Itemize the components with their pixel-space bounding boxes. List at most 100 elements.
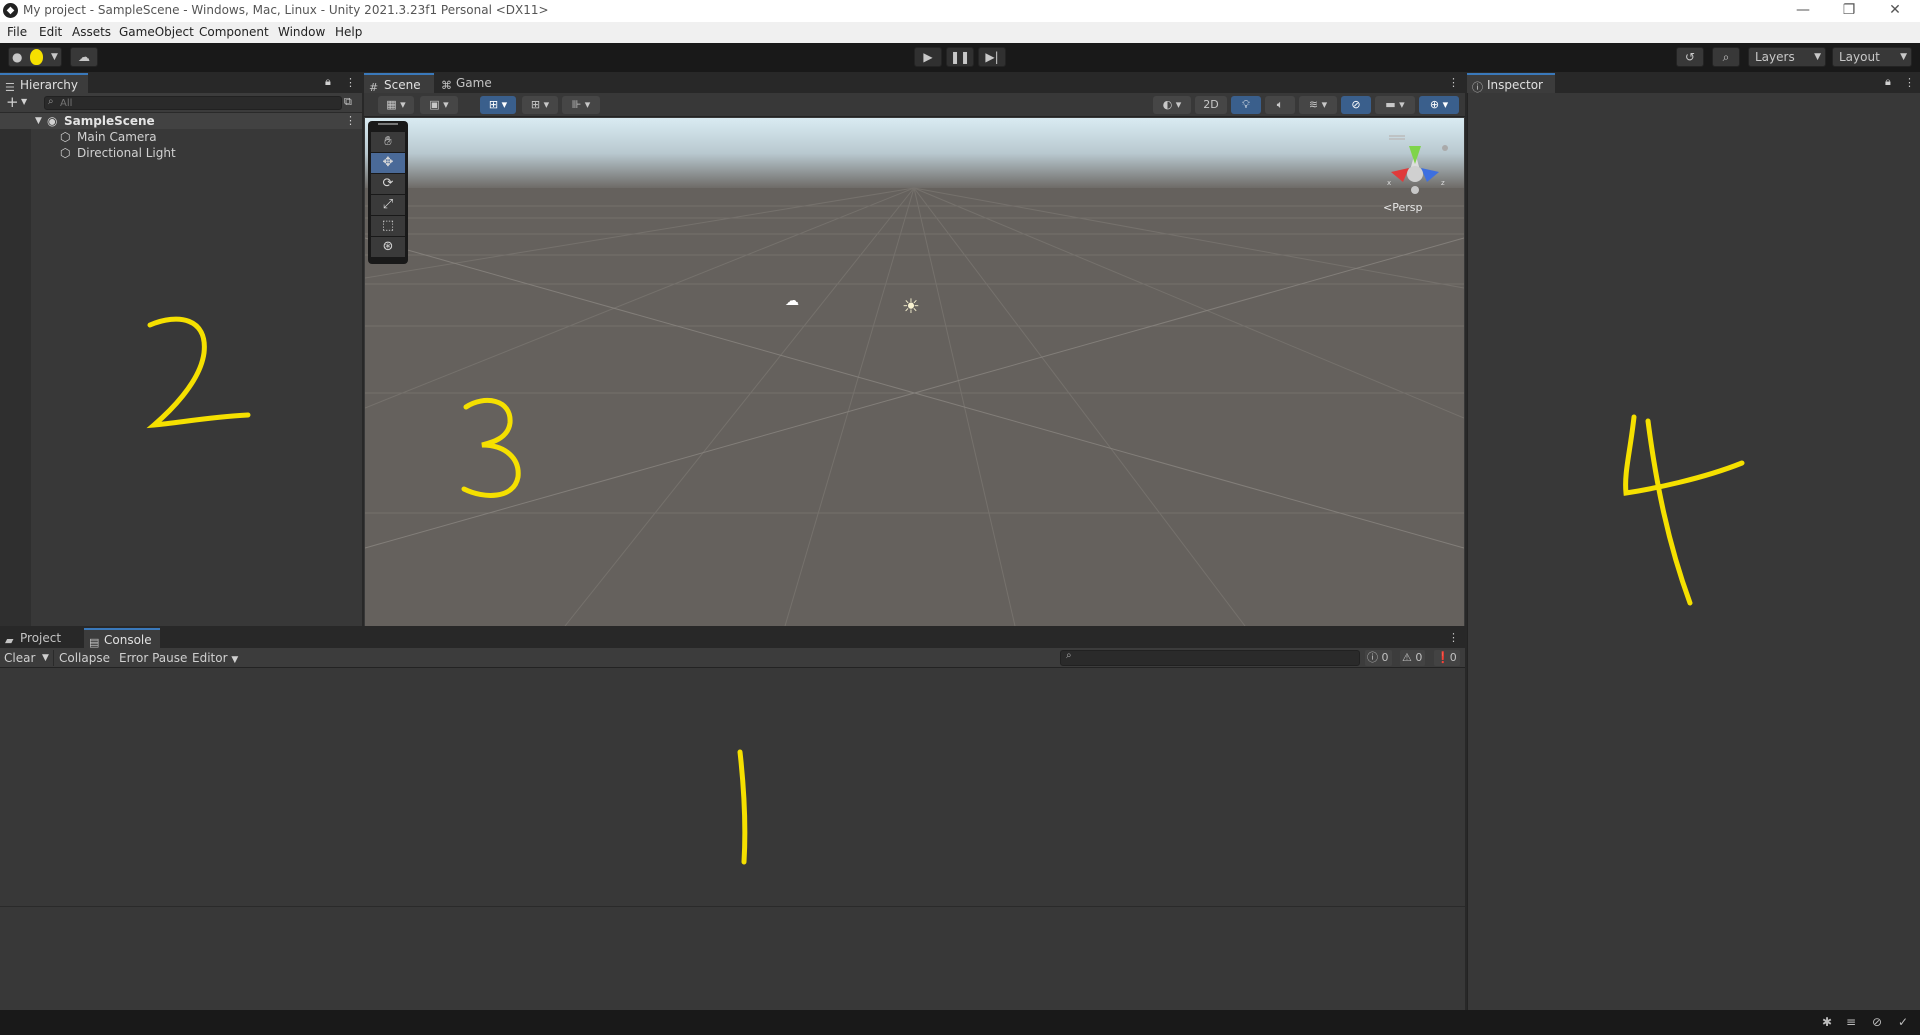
warning-count-badge[interactable]: ⚠ 0 [1400,650,1426,666]
inspector-tab-bar: ⓘ Inspector 🔒︎ ⋮ [1467,73,1920,94]
console-detail-area[interactable] [0,907,1465,1010]
tab-inspector[interactable]: ⓘ Inspector [1467,73,1555,94]
close-window-button[interactable]: ✕ [1872,0,1918,22]
menu-file[interactable]: File [7,25,27,39]
orientation-gizmo[interactable]: x z [1375,128,1455,200]
window-title-bar: ◆ My project - SampleScene - Windows, Ma… [0,0,1920,22]
menu-assets[interactable]: Assets [72,25,111,39]
pause-button[interactable]: ❚❚ [946,47,974,67]
tab-project[interactable]: ▰ Project [0,628,82,648]
panel-menu-icon[interactable]: ⋮ [1448,73,1459,93]
scene-menu-icon[interactable]: ⋮ [345,113,356,129]
scene-search-toggle-icon[interactable]: ⧉ [344,95,352,109]
increment-snap-dropdown[interactable]: ⊪ ▾ [562,96,600,114]
maximize-button[interactable]: ❐ [1826,0,1872,22]
draw-mode-dropdown[interactable]: ▦ ▾ [378,96,414,114]
layout-dropdown[interactable]: Layout ▼ [1832,47,1912,67]
menu-window[interactable]: Window [278,25,325,39]
transform-tools-overlay: ✋︎ ✥ ⟳ ⤢ ⬚ ⊛ [368,121,408,264]
panel-menu-icon[interactable]: ⋮ [1904,73,1915,93]
add-object-button[interactable]: + [6,94,19,110]
step-button[interactable]: ▶| [978,47,1006,67]
status-check-icon[interactable]: ✓ [1894,1014,1912,1030]
rect-tool-button[interactable]: ⬚ [371,216,405,236]
search-icon: ⌕ [48,96,54,107]
tab-scene[interactable]: # Scene [364,73,434,94]
hierarchy-item-label: Main Camera [77,130,157,144]
audio-toggle[interactable]: 🔈︎ [1265,96,1295,114]
play-button[interactable]: ▶ [914,47,942,67]
hierarchy-item[interactable]: ⬡ Directional Light [0,145,362,161]
tab-console[interactable]: ▤ Console [84,628,160,649]
search-icon: ⌕ [1066,650,1072,661]
debug-bug-icon[interactable]: ✱ [1818,1014,1836,1030]
hierarchy-search-input[interactable] [60,97,330,109]
lock-icon[interactable]: 🔒︎ [1885,75,1891,89]
gameobject-cube-icon: ⬡ [60,146,71,160]
chevron-down-icon: ▼ [231,655,239,665]
scene-name: SampleScene [64,114,155,128]
layers-icon: ≋ ▾ [1308,98,1328,111]
light-gizmo-icon[interactable]: ☀ [902,294,920,318]
hierarchy-tab-bar: ☰ Hierarchy 🔒︎ ⋮ [0,73,362,94]
collapse-button[interactable]: Collapse [59,648,110,668]
pause-icon: ❚❚ [949,50,971,64]
clear-options-chevron-icon[interactable]: ▼ [42,648,49,668]
hidden-objects-toggle[interactable]: ⊘ [1341,96,1371,114]
lock-icon[interactable]: 🔒︎ [325,75,331,89]
history-button[interactable]: ↺ [1676,47,1704,67]
panel-menu-icon[interactable]: ⋮ [345,73,356,93]
tab-hierarchy[interactable]: ☰ Hierarchy [0,73,88,94]
drag-handle-icon[interactable] [378,123,398,125]
camera-gizmo-icon[interactable]: ☁ [785,293,799,309]
cloud-icon: ☁ [78,50,90,64]
effects-dropdown[interactable]: ≋ ▾ [1299,96,1337,114]
expand-arrow-icon[interactable]: ▼ [35,113,42,129]
clear-button[interactable]: Clear [4,648,35,668]
rotate-tool-button[interactable]: ⟳ [371,174,405,194]
camera-dropdown[interactable]: ▬ ▾ [1375,96,1415,114]
projection-toggle[interactable]: <Persp [1383,201,1422,214]
grid-icon: ⊞ ▾ [530,98,550,111]
log-count-badge[interactable]: ⓘ 0 [1365,650,1392,666]
chevron-down-icon[interactable]: ▼ [21,97,27,106]
grid-dropdown[interactable]: ⊞ ▾ [522,96,558,114]
layers-dropdown[interactable]: Layers ▼ [1748,47,1826,67]
menu-component[interactable]: Component [199,25,269,39]
menu-edit[interactable]: Edit [39,25,62,39]
menu-help[interactable]: Help [335,25,362,39]
move-tool-button[interactable]: ✥ [371,153,405,173]
handwritten-annotation [1623,414,1745,606]
hierarchy-search-field[interactable]: ⌕ [44,96,342,110]
cloud-button[interactable]: ☁ [70,47,98,67]
log-count: 0 [1381,651,1389,664]
view-options-dropdown[interactable]: ▣ ▾ [420,96,458,114]
account-button[interactable]: ● ▼ [8,47,62,67]
menu-gameobject[interactable]: GameObject [119,25,194,39]
cache-server-icon[interactable]: ≡ [1842,1014,1860,1030]
scene-row[interactable]: ▼ ◉ SampleScene ⋮ [0,113,362,129]
console-search-field[interactable]: ⌕ [1060,650,1360,666]
minimize-button[interactable]: — [1780,0,1826,22]
shading-mode-dropdown[interactable]: ◐ ▾ [1153,96,1191,114]
error-pause-button[interactable]: Error Pause [119,648,187,668]
scale-tool-button[interactable]: ⤢ [371,195,405,215]
console-tab-label: Console [104,633,152,647]
lighting-toggle[interactable]: 💡︎ [1231,96,1261,114]
grid-snap-toggle[interactable]: ⊞ ▾ [480,96,516,114]
error-count-badge[interactable]: ❗0 [1434,650,1460,666]
tab-game[interactable]: ⌘ Game [436,73,502,93]
hand-tool-button[interactable]: ✋︎ [371,132,405,152]
transform-tool-button[interactable]: ⊛ [371,237,405,257]
mode-2d-toggle[interactable]: 2D [1195,96,1227,114]
scene-viewport[interactable]: ✋︎ ✥ ⟳ ⤢ ⬚ ⊛ ☁ ☀ x z <Persp [365,118,1464,626]
auto-generate-lighting-icon[interactable]: ⊘ [1868,1014,1886,1030]
toolbar-divider [53,650,54,666]
layers-label: Layers [1755,50,1795,64]
panel-menu-icon[interactable]: ⋮ [1448,628,1459,648]
search-button[interactable]: ⌕ [1712,47,1740,67]
chevron-down-icon: ▼ [51,52,58,62]
gizmos-dropdown[interactable]: ⊕ ▾ [1419,96,1459,114]
editor-dropdown[interactable]: Editor ▼ [192,648,238,668]
hierarchy-item[interactable]: ⬡ Main Camera [0,129,362,145]
